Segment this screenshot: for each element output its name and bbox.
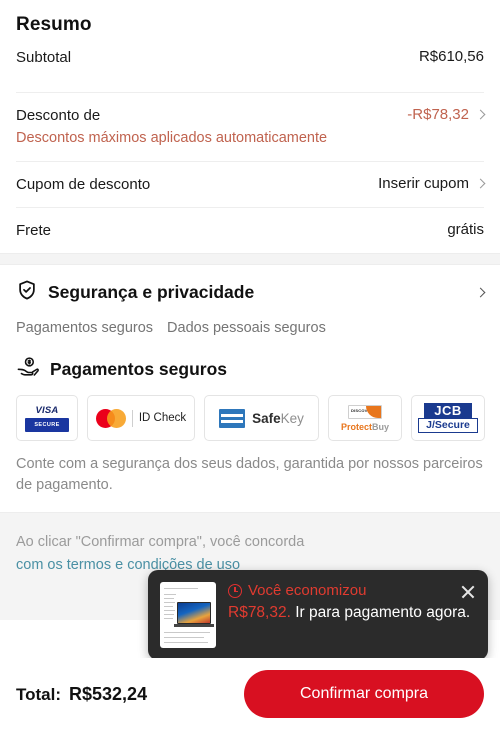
checkout-summary-page: Resumo Subtotal R$610,56 Desconto de Des… — [0, 0, 500, 730]
row-label: Subtotal — [16, 49, 72, 66]
badge-amex-safekey: SafeKey — [204, 395, 319, 441]
safekey-label: SafeKey — [252, 411, 304, 426]
summary-row-shipping: Frete grátis — [16, 207, 484, 253]
safekey-light: Key — [280, 410, 304, 426]
protectbuy-label: ProtectBuy — [341, 422, 389, 432]
mastercard-icon — [95, 408, 126, 428]
row-value: R$610,56 — [418, 48, 484, 65]
total-value: R$532,24 — [69, 683, 148, 704]
payment-badges: VISA SECURE ID Check SafeKey DISCOVER Pr… — [16, 395, 485, 441]
section-divider — [0, 253, 500, 265]
badge-mastercard-id-check: ID Check — [87, 395, 195, 441]
security-section: Segurança e privacidade Pagamentos segur… — [0, 265, 500, 512]
row-label: Frete — [16, 222, 52, 239]
visa-wordmark: VISA — [35, 404, 59, 416]
security-tag: Dados pessoais seguros — [167, 320, 326, 336]
security-tag: Pagamentos seguros — [16, 320, 154, 336]
row-value: grátis — [447, 221, 484, 238]
page-title: Resumo — [16, 14, 92, 35]
bottom-bar: Total: R$532,24 Confirmar compra — [0, 658, 500, 730]
tooltip-cta: Ir para pagamento agora. — [295, 604, 471, 621]
chevron-right-icon — [475, 287, 486, 298]
jcb-wordmark: JCB — [424, 403, 472, 418]
jsecure-label: J/Secure — [418, 418, 478, 433]
amex-icon — [219, 408, 246, 428]
summary-row-subtotal: Subtotal R$610,56 — [16, 46, 484, 92]
tooltip-amount: R$78,32. — [228, 604, 291, 621]
protectbuy-light: Buy — [372, 421, 390, 432]
visa-secure-chip: SECURE — [25, 417, 69, 432]
payments-title: Pagamentos seguros — [50, 359, 227, 379]
safekey-bold: Safe — [252, 410, 281, 426]
product-thumbnail — [160, 582, 216, 648]
row-value: Inserir cupom — [378, 175, 469, 192]
total-label: Total: — [16, 684, 62, 704]
clock-icon — [228, 583, 242, 598]
close-icon[interactable] — [458, 582, 478, 602]
summary-section: Resumo Subtotal R$610,56 Desconto de Des… — [0, 0, 500, 253]
payments-note: Conte com a segurança dos seus dados, ga… — [16, 456, 483, 493]
savings-tooltip: Você economizou R$78,32. Ir para pagamen… — [148, 570, 488, 669]
confirm-purchase-button[interactable]: Confirmar compra — [244, 670, 484, 718]
security-tags: Pagamentos seguros Dados pessoais seguro… — [16, 316, 484, 350]
row-value: -R$78,32 — [407, 106, 469, 123]
payments-header: Pagamentos seguros — [16, 350, 484, 395]
hand-coin-icon — [16, 356, 40, 383]
row-label: Desconto de — [16, 107, 101, 124]
protectbuy-bold: Protect — [340, 421, 372, 432]
terms-line-1: Ao clicar "Confirmar compra", você conco… — [16, 534, 305, 550]
row-sublabel: Descontos máximos aplicados automaticame… — [16, 130, 328, 146]
summary-row-discount[interactable]: Desconto de Descontos máximos aplicados … — [16, 92, 486, 161]
divider — [131, 409, 133, 427]
security-header[interactable]: Segurança e privacidade — [16, 265, 486, 316]
badge-discover-protectbuy: DISCOVER ProtectBuy — [328, 395, 402, 441]
row-label: Cupom de desconto — [16, 176, 151, 193]
chevron-right-icon — [475, 178, 486, 189]
badge-visa-secure: VISA SECURE — [16, 395, 78, 441]
tooltip-saved-label: Você economizou — [248, 582, 367, 599]
chevron-right-icon — [475, 109, 486, 120]
id-check-label: ID Check — [138, 412, 187, 424]
tooltip-message: R$78,32. Ir para pagamento agora. — [228, 601, 476, 624]
security-title: Segurança e privacidade — [48, 282, 255, 302]
summary-row-coupon[interactable]: Cupom de desconto Inserir cupom — [16, 161, 486, 207]
badge-jcb-jsecure: JCB J/Secure — [411, 395, 485, 441]
total-group: Total: R$532,24 — [16, 684, 147, 705]
shield-check-icon — [16, 279, 38, 306]
discover-icon: DISCOVER — [348, 404, 382, 419]
